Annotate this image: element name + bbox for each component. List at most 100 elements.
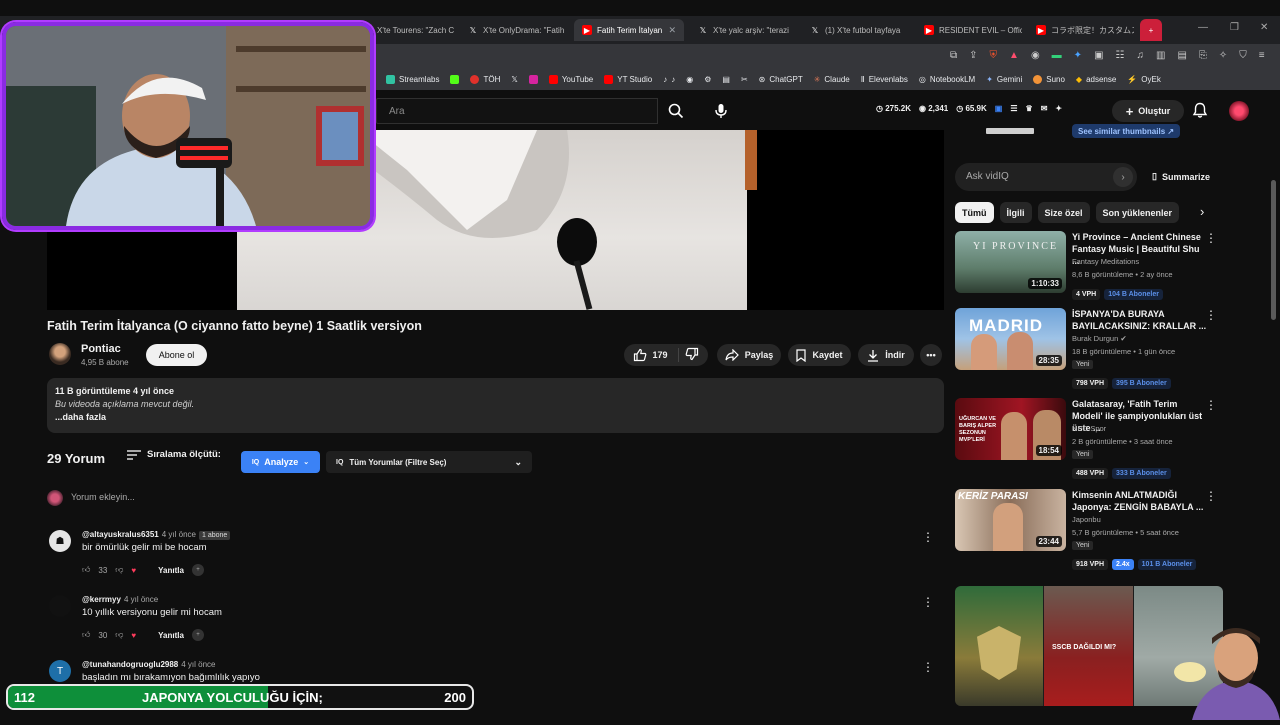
notifications-button[interactable] (1192, 102, 1208, 119)
show-more-link[interactable]: ...daha fazla (55, 412, 936, 422)
more-actions-button[interactable]: ••• (920, 344, 942, 366)
vidiq-reply-icon[interactable]: + (191, 564, 204, 576)
reply-button[interactable]: Yanıtla (158, 566, 184, 575)
bookmark-toh[interactable]: TÖH (470, 74, 500, 84)
maximize-icon[interactable]: ❐ (1230, 22, 1239, 33)
video-menu-icon[interactable]: ⋮ (1205, 489, 1217, 503)
comment-author[interactable]: @tunahandogruoglu2988 (82, 660, 178, 669)
bookmark-x[interactable]: 𝕏 (511, 75, 517, 84)
browser-tab[interactable]: 𝕏 (1) X'te futbol tayfaya (802, 19, 910, 41)
extension-icon[interactable]: ✦ (1074, 50, 1082, 61)
channel-name[interactable]: Japonbu (1072, 515, 1101, 524)
browser-tab[interactable]: ▶ コラボ限定！カスタムス (1028, 19, 1134, 41)
browser-tab[interactable]: 𝕏 X'te OnlyDrama: "Fatih (460, 19, 568, 41)
subscribe-button[interactable]: Abone ol (146, 344, 207, 366)
description-box[interactable]: 11 B görüntüleme 4 yıl önce Bu videoda a… (47, 378, 944, 433)
bookmark-oyek[interactable]: ⚡ OyEk (1127, 75, 1161, 84)
account-avatar[interactable] (1229, 101, 1249, 121)
brave-shield-icon[interactable]: ⛨ (990, 50, 998, 61)
close-window-icon[interactable]: ✕ (1260, 22, 1268, 33)
chips-next-icon[interactable]: › (1200, 204, 1204, 219)
chevron-right-icon[interactable]: › (1113, 167, 1133, 187)
bookmark-adsense[interactable]: ◆ adsense (1076, 75, 1116, 84)
page-scrollbar[interactable] (1271, 180, 1276, 320)
chip-for-you[interactable]: Size özel (1037, 202, 1090, 223)
download-button[interactable]: İndir (858, 344, 914, 366)
wallet-icon[interactable]: ▤ (1177, 50, 1186, 61)
dislike-button[interactable] (685, 347, 699, 363)
recommended-video[interactable]: MADRID 28:35 İSPANYA'DA BURAYA BAYILACAK… (955, 308, 1225, 394)
bookmark-instagram[interactable] (528, 74, 538, 84)
new-tab-button[interactable]: + (1140, 19, 1162, 41)
browser-tab-active[interactable]: ▶ Fatih Terim İtalyan ✕ (574, 19, 684, 41)
voice-search-button[interactable] (708, 98, 734, 124)
chip-related[interactable]: İlgili (999, 202, 1032, 223)
chat-icon[interactable]: ✉ (1041, 104, 1048, 113)
comment-avatar[interactable] (49, 595, 71, 617)
comment-time[interactable]: 4 yıl önce (162, 530, 196, 539)
comment-time[interactable]: 4 yıl önce (181, 660, 215, 669)
open-in-icon[interactable]: ⧉ (950, 50, 957, 61)
bookmark-gemini[interactable]: ✦ Gemini (986, 75, 1022, 84)
video-thumbnail[interactable]: YI PROVINCE 1:10:33 (955, 231, 1066, 293)
dislike-comment-button[interactable]: 👎︎ (115, 630, 123, 640)
comment-menu-icon[interactable]: ⋮ (922, 530, 934, 544)
comment-avatar[interactable]: T (49, 660, 71, 682)
close-tab-icon[interactable]: ✕ (668, 25, 676, 36)
list-icon[interactable]: ☰ (1010, 104, 1017, 113)
create-button[interactable]: + Oluştur (1112, 100, 1184, 122)
video-title[interactable]: İSPANYA'DA BURAYA BAYILACAKSINIZ: KRALLA… (1072, 308, 1207, 332)
copy-icon[interactable]: ⎘ (1199, 50, 1207, 61)
channel-name[interactable]: Pontiac (81, 343, 121, 355)
video-thumbnail[interactable]: UĞURCAN VE BARIŞ ALPER SEZONUN MVP'LERİ … (955, 398, 1066, 460)
bookmark-yt-studio[interactable]: YT Studio (604, 74, 652, 84)
dislike-comment-button[interactable]: 👎︎ (115, 565, 123, 575)
recommended-video[interactable]: KERİZ PARASI 23:44 Kimsenin ANLATMADIĞI … (955, 489, 1225, 575)
comment-filter-select[interactable]: IQ Tüm Yorumlar (Filtre Seç) ⌄ (326, 451, 532, 473)
add-comment-input[interactable]: Yorum ekleyin... (71, 492, 135, 502)
comment-time[interactable]: 4 yıl önce (124, 595, 158, 604)
music-icon[interactable]: ♫ (1136, 50, 1144, 61)
sort-button[interactable]: Sıralama ölçütü: (127, 449, 221, 460)
bookmark-suno[interactable]: Suno (1033, 74, 1065, 84)
channel-name[interactable]: Fantasy Meditations (1072, 257, 1139, 266)
like-comment-button[interactable]: 👍︎ (82, 565, 90, 575)
shield-icon[interactable]: ⛉ (1239, 50, 1247, 61)
video-menu-icon[interactable]: ⋮ (1205, 231, 1217, 245)
trophy-icon[interactable]: ♛ (1026, 104, 1033, 113)
recommended-video[interactable]: UĞURCAN VE BARIŞ ALPER SEZONUN MVP'LERİ … (955, 398, 1225, 484)
bookmark-misc[interactable]: ▤ (722, 75, 730, 84)
channel-avatar[interactable] (49, 343, 71, 365)
extension-icon[interactable]: ▬ (1052, 50, 1062, 61)
bookmark-misc[interactable]: ◉ (686, 75, 693, 84)
video-thumbnail[interactable]: KERİZ PARASI 23:44 (955, 489, 1066, 551)
bookmark-tiktok[interactable]: ♪ ♪ (663, 75, 675, 84)
channel-name[interactable]: Burak Durgun ✔ (1072, 334, 1127, 343)
video-menu-icon[interactable]: ⋮ (1205, 398, 1217, 412)
chip-all[interactable]: Tümü (955, 202, 994, 223)
comment-author[interactable]: @altayuskralus6351 (82, 530, 159, 539)
like-comment-button[interactable]: 👍︎ (82, 630, 90, 640)
like-button[interactable]: 179 (633, 348, 679, 362)
search-button[interactable] (658, 98, 694, 124)
video-title[interactable]: Kimsenin ANLATMADIĞI Japonya: ZENGİN BAB… (1072, 489, 1207, 513)
minimize-icon[interactable]: — (1198, 22, 1208, 33)
menu-icon[interactable]: ≡ (1259, 50, 1265, 61)
extension-icon[interactable]: ☷ (1116, 50, 1125, 61)
ai-icon[interactable]: ✧ (1219, 50, 1227, 61)
vidiq-icon[interactable]: ▣ (995, 104, 1003, 113)
rewards-icon[interactable]: ▲ (1009, 50, 1019, 61)
extension-icon[interactable]: ▣ (1094, 50, 1103, 61)
vidiq-ask-input[interactable]: Ask vidIQ › (955, 163, 1137, 191)
bookmark-notebooklm[interactable]: ◎ NotebookLM (919, 75, 975, 84)
bookmark-chatgpt[interactable]: ⊛ ChatGPT (759, 75, 803, 84)
bookmark-misc[interactable]: ⚙ (704, 75, 711, 84)
comment-menu-icon[interactable]: ⋮ (922, 595, 934, 609)
analyze-button[interactable]: IQ Analyze ⌄ (241, 451, 320, 473)
recommended-video[interactable]: YI PROVINCE 1:10:33 Yi Province – Ancien… (955, 231, 1225, 317)
comment-author[interactable]: @kerrmyy (82, 595, 121, 604)
chip-recent[interactable]: Son yüklenenler (1095, 202, 1180, 223)
bookmark-claude[interactable]: ✳ Claude (814, 75, 850, 84)
search-input[interactable]: Ara (376, 98, 658, 124)
video-thumbnail[interactable]: MADRID 28:35 (955, 308, 1066, 370)
